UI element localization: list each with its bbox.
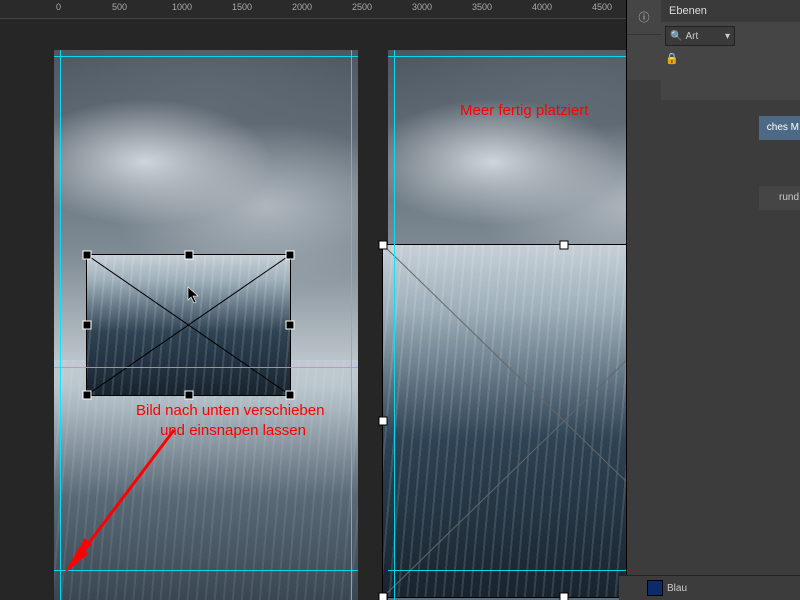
- guide-vertical[interactable]: [351, 50, 352, 600]
- guide-horizontal[interactable]: [54, 56, 358, 57]
- lock-icon[interactable]: 🔒: [665, 52, 679, 65]
- annotation-text-left-line1: Bild nach unten verschieben: [136, 402, 324, 421]
- transform-handle-tc[interactable]: [560, 241, 569, 250]
- transform-handle-bc[interactable]: [184, 391, 193, 400]
- transform-handle-ml[interactable]: [379, 417, 388, 426]
- layer-row-fragment[interactable]: ches M: [759, 116, 800, 140]
- transform-handle-tl[interactable]: [83, 251, 92, 260]
- layers-panel-body: 🔍 Art ▾ 🔒: [661, 22, 800, 100]
- layer-lock-row: 🔒: [665, 52, 797, 65]
- placed-image-transform-box[interactable]: [86, 254, 291, 396]
- guide-horizontal[interactable]: [54, 367, 358, 368]
- document-right[interactable]: Meer fertig platziert: [388, 50, 626, 600]
- ruler-tick: 500: [112, 2, 127, 12]
- guide-horizontal[interactable]: [54, 570, 358, 571]
- ruler-tick: 2500: [352, 2, 372, 12]
- document-left[interactable]: Bild nach unten verschieben und einsnape…: [54, 50, 358, 600]
- ruler-tick: 1500: [232, 2, 252, 12]
- chevron-down-icon: ▾: [725, 31, 730, 42]
- annotation-text-left-line2: und einsnapen lassen: [160, 422, 306, 441]
- layers-panel-title: Ebenen: [669, 5, 707, 17]
- placed-image-transform-box-large[interactable]: [382, 244, 626, 598]
- ruler-tick: 0: [56, 2, 61, 12]
- transform-handle-bl[interactable]: [83, 391, 92, 400]
- transform-x-overlay: [383, 245, 626, 597]
- transform-handle-tr[interactable]: [286, 251, 295, 260]
- guide-horizontal[interactable]: [388, 570, 626, 571]
- ruler-tick: 3500: [472, 2, 492, 12]
- transform-handle-bl[interactable]: [379, 593, 388, 600]
- ruler-tick: 1000: [172, 2, 192, 12]
- transform-handle-mr[interactable]: [286, 321, 295, 330]
- info-icon[interactable]: ⓘ: [627, 0, 661, 35]
- ruler-tick: 2000: [292, 2, 312, 12]
- color-swatch-icon: [647, 580, 663, 596]
- sea-faded-layer: [54, 360, 358, 600]
- horizontal-ruler: 0 500 1000 1500 2000 2500 3000 3500 4000…: [0, 0, 626, 19]
- blend-mode-dropdown[interactable]: 🔍 Art ▾: [665, 26, 735, 46]
- transform-handle-br[interactable]: [286, 391, 295, 400]
- tool-strip: ⓘ: [627, 0, 662, 80]
- ruler-tick: 4000: [532, 2, 552, 12]
- canvas-area[interactable]: Bild nach unten verschieben und einsnape…: [0, 18, 626, 600]
- swatch-label: Blau: [667, 583, 687, 594]
- dropdown-label: Art: [685, 31, 698, 42]
- ruler-tick: 3000: [412, 2, 432, 12]
- annotation-text-right: Meer fertig platziert: [460, 102, 588, 121]
- transform-x-overlay: [87, 255, 290, 395]
- ruler-tick: 4500: [592, 2, 612, 12]
- transform-handle-tl[interactable]: [379, 241, 388, 250]
- search-icon: 🔍: [670, 31, 682, 42]
- guide-horizontal[interactable]: [388, 56, 626, 57]
- swatch-row[interactable]: Blau: [629, 578, 800, 598]
- panels-dock: ⓘ Ebenen 🔍 Art ▾ 🔒 ches M rund fx Blau: [626, 0, 800, 600]
- guide-vertical[interactable]: [60, 50, 61, 600]
- transform-handle-ml[interactable]: [83, 321, 92, 330]
- transform-handle-tc[interactable]: [184, 251, 193, 260]
- layers-panel-header[interactable]: Ebenen: [661, 0, 800, 23]
- layer-row-fragment[interactable]: rund: [759, 186, 800, 210]
- guide-vertical[interactable]: [394, 50, 395, 600]
- transform-handle-bc[interactable]: [560, 593, 569, 600]
